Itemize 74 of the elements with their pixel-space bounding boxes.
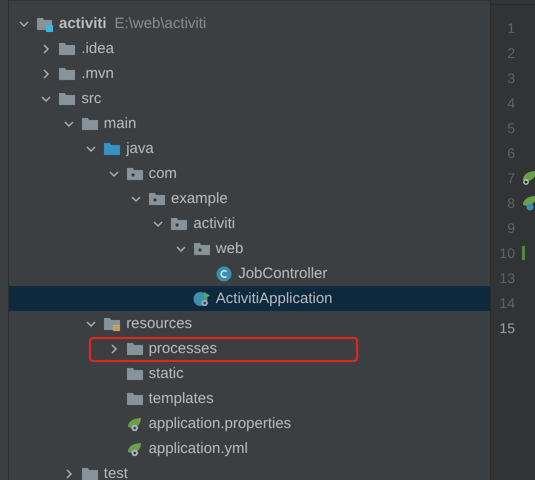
tree-item[interactable]: templates [9, 386, 490, 411]
chevron-icon[interactable] [153, 218, 164, 228]
tree-item[interactable]: activiti E:\web\activiti [9, 11, 490, 36]
tree-item[interactable]: static [9, 361, 490, 386]
chevron-icon[interactable] [131, 194, 141, 204]
spring-bean-icon[interactable] [522, 170, 535, 186]
project-folder-icon [36, 16, 54, 32]
chevron-icon[interactable] [41, 94, 52, 104]
chevron-icon[interactable] [108, 168, 119, 178]
package-folder-icon [126, 166, 144, 182]
item-label: .idea [81, 40, 114, 57]
chevron-icon[interactable] [64, 118, 74, 128]
tree-item[interactable]: application.properties [9, 411, 490, 436]
spring-leaf-icon [126, 440, 144, 456]
chevron-icon[interactable] [86, 144, 96, 154]
project-path: E:\web\activiti [114, 15, 206, 32]
spring-leaf-icon [126, 416, 144, 432]
tree-item[interactable]: web [9, 236, 490, 261]
tree-item[interactable]: .mvn [9, 61, 490, 86]
line-number: 15 [498, 320, 515, 336]
tree-item[interactable]: .idea [9, 36, 490, 61]
item-label: static [148, 365, 184, 382]
chevron-icon[interactable] [41, 68, 52, 78]
tree-item[interactable]: activiti [9, 211, 490, 236]
item-label: src [81, 90, 102, 107]
tree-item[interactable]: com [9, 161, 490, 186]
tree-item[interactable]: src [9, 86, 490, 111]
item-label: .mvn [81, 65, 114, 82]
folder-icon [103, 140, 122, 156]
spring-app-icon [192, 290, 211, 306]
item-label: activiti [59, 15, 107, 32]
item-label: com [148, 165, 177, 182]
chevron-icon[interactable] [86, 318, 96, 328]
chevron-icon[interactable] [19, 18, 29, 28]
tree-item[interactable]: JobController [9, 261, 490, 286]
folder-icon [126, 390, 144, 406]
folder-icon [58, 66, 76, 82]
folder-icon [126, 340, 144, 356]
chevron-icon[interactable] [41, 44, 52, 54]
item-label: application.yml [148, 440, 248, 457]
chevron-icon[interactable] [64, 468, 74, 478]
tree-item[interactable]: ActivitiApplication [9, 286, 490, 311]
folder-icon [80, 116, 99, 132]
chevron-icon[interactable] [176, 244, 186, 254]
item-label: processes [148, 340, 217, 357]
item-label: activiti [193, 215, 236, 232]
tree-item[interactable]: resources [9, 311, 490, 336]
resources-folder-icon [103, 316, 122, 332]
item-label: java [126, 140, 154, 157]
tree-item[interactable]: processes [9, 336, 490, 361]
item-label: web [216, 240, 244, 257]
tree-item[interactable]: example [9, 186, 490, 211]
item-label: main [104, 115, 136, 132]
folder-icon [80, 466, 99, 480]
tree-item[interactable]: java [9, 136, 490, 161]
tree-item[interactable]: test [9, 461, 490, 480]
item-label: test [104, 465, 128, 480]
item-label: example [171, 190, 228, 207]
folder-icon [58, 40, 76, 56]
item-label: templates [148, 390, 214, 407]
folder-icon [58, 90, 76, 106]
item-label: ActivitiApplication [216, 290, 333, 307]
package-folder-icon [148, 190, 166, 206]
package-folder-icon [192, 240, 211, 256]
item-label: application.properties [148, 415, 292, 432]
folder-icon [126, 366, 144, 382]
package-folder-icon [170, 216, 188, 232]
chevron-icon[interactable] [108, 344, 119, 354]
tree-item[interactable]: main [9, 111, 490, 136]
class-icon [215, 266, 234, 282]
item-label: resources [126, 315, 192, 332]
item-label: JobController [238, 265, 328, 282]
spring-app-icon[interactable] [522, 194, 535, 210]
tree-item[interactable]: application.yml [9, 436, 490, 461]
